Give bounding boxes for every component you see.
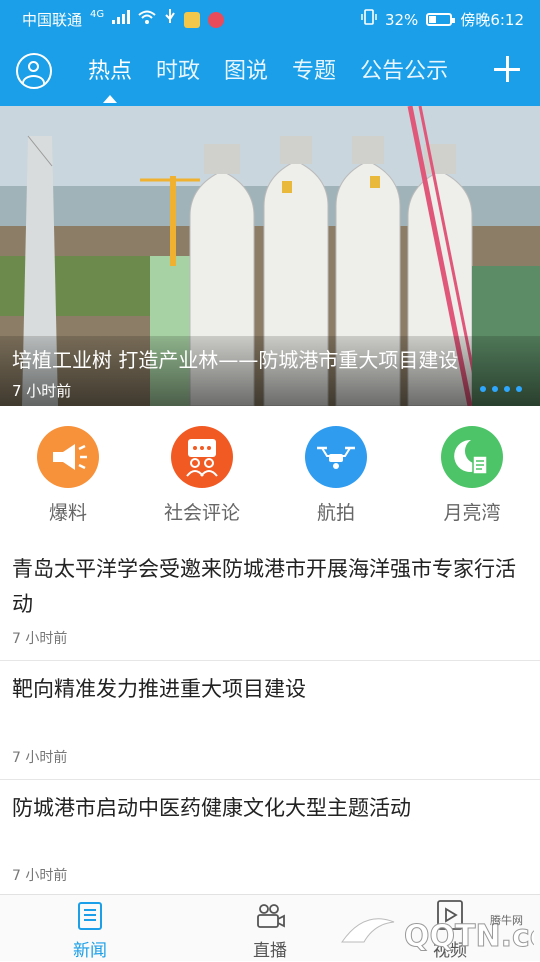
live-camera-icon: [257, 904, 285, 928]
status-left: 中国联通 4G: [22, 8, 225, 30]
avatar-body: [22, 75, 45, 87]
bottom-tab-label: 直播: [253, 941, 287, 961]
carousel-dot[interactable]: [504, 386, 510, 392]
quick-link-comment[interactable]: 社会评论: [142, 426, 262, 525]
carousel-dot[interactable]: [492, 386, 498, 392]
battery-level: [429, 16, 436, 23]
status-bar: 中国联通 4G 32% 傍晚6:12: [0, 0, 540, 38]
tab-label: 专题: [292, 59, 337, 84]
active-tab-indicator: [103, 95, 117, 103]
hero-timestamp: 7 小时前: [12, 382, 72, 400]
battery-percent: 32%: [384, 10, 419, 29]
news-icon: [78, 902, 102, 930]
app-notification-icon: [208, 11, 225, 28]
channel-tabs: 热点 时政 图说 专题 公告公示: [88, 38, 472, 106]
top-nav-bar: 热点 时政 图说 专题 公告公示: [0, 38, 540, 106]
tab-label: 热点: [88, 59, 133, 84]
comment-icon: [171, 426, 233, 488]
clock: 傍晚6:12: [460, 11, 524, 29]
tab-hot[interactable]: 热点: [88, 38, 132, 106]
moon-icon: [441, 426, 503, 488]
tab-label: 公告公示: [360, 59, 449, 84]
news-item[interactable]: 防城港市启动中医药健康文化大型主题活动 7 小时前: [0, 779, 540, 894]
tab-pictures[interactable]: 图说: [224, 38, 268, 106]
battery-icon: [426, 13, 456, 26]
carrier-label: 中国联通: [22, 11, 83, 29]
news-item[interactable]: 靶向精准发力推进重大项目建设 7 小时前: [0, 660, 540, 780]
hero-banner[interactable]: 培植工业树 打造产业林——防城港市重大项目建设 7 小时前: [0, 106, 540, 406]
tab-announcements[interactable]: 公告公示: [360, 38, 448, 106]
news-item[interactable]: 青岛太平洋学会受邀来防城港市开展海洋强市专家行活动 7 小时前: [0, 540, 540, 661]
carousel-dot[interactable]: [516, 386, 522, 392]
tab-politics[interactable]: 时政: [156, 38, 200, 106]
avatar-head: [28, 61, 39, 72]
quick-link-label: 月亮湾: [443, 502, 501, 524]
news-timestamp: 7 小时前: [12, 868, 68, 884]
quick-link-label: 航拍: [316, 502, 355, 524]
quick-link-label: 社会评论: [163, 502, 240, 524]
news-title: 靶向精准发力推进重大项目建设: [12, 677, 306, 701]
news-timestamp: 7 小时前: [12, 750, 68, 766]
tab-label: 图说: [224, 59, 269, 84]
tab-label: 时政: [156, 59, 201, 84]
status-right: 32% 傍晚6:12: [361, 9, 524, 30]
app-notification-icon: [184, 11, 201, 28]
bottom-tab-label: 新闻: [73, 941, 107, 961]
hero-title: 培植工业树 打造产业林——防城港市重大项目建设: [12, 348, 459, 372]
bottom-tab-live[interactable]: 直播: [220, 895, 320, 961]
watermark-subtext: 腾牛网: [490, 913, 523, 927]
news-title: 青岛太平洋学会受邀来防城港市开展海洋强市专家行活动: [12, 557, 516, 616]
bottom-tab-news[interactable]: 新闻: [40, 895, 140, 961]
megaphone-icon: [37, 426, 99, 488]
tab-topics[interactable]: 专题: [292, 38, 336, 106]
usb-icon: [164, 9, 176, 30]
vibrate-icon: [361, 9, 377, 30]
carousel-indicator: [480, 386, 522, 392]
quick-links: 爆料 社会评论 航拍 月亮湾: [0, 406, 540, 534]
site-watermark: QQTN.com 腾牛网: [334, 902, 540, 958]
wifi-icon: [138, 10, 156, 29]
quick-link-tipoff[interactable]: 爆料: [8, 426, 128, 525]
news-timestamp: 7 小时前: [12, 631, 68, 647]
user-profile-icon[interactable]: [16, 53, 52, 89]
quick-link-moon-bay[interactable]: 月亮湾: [412, 426, 532, 525]
signal-icon: [112, 10, 131, 29]
drone-icon: [305, 426, 367, 488]
quick-link-aerial[interactable]: 航拍: [276, 426, 396, 525]
add-channel-icon[interactable]: [492, 54, 522, 84]
network-type: 4G: [90, 8, 105, 20]
quick-link-label: 爆料: [48, 502, 87, 524]
news-title: 防城港市启动中医药健康文化大型主题活动: [12, 796, 411, 820]
carousel-dot[interactable]: [480, 386, 486, 392]
